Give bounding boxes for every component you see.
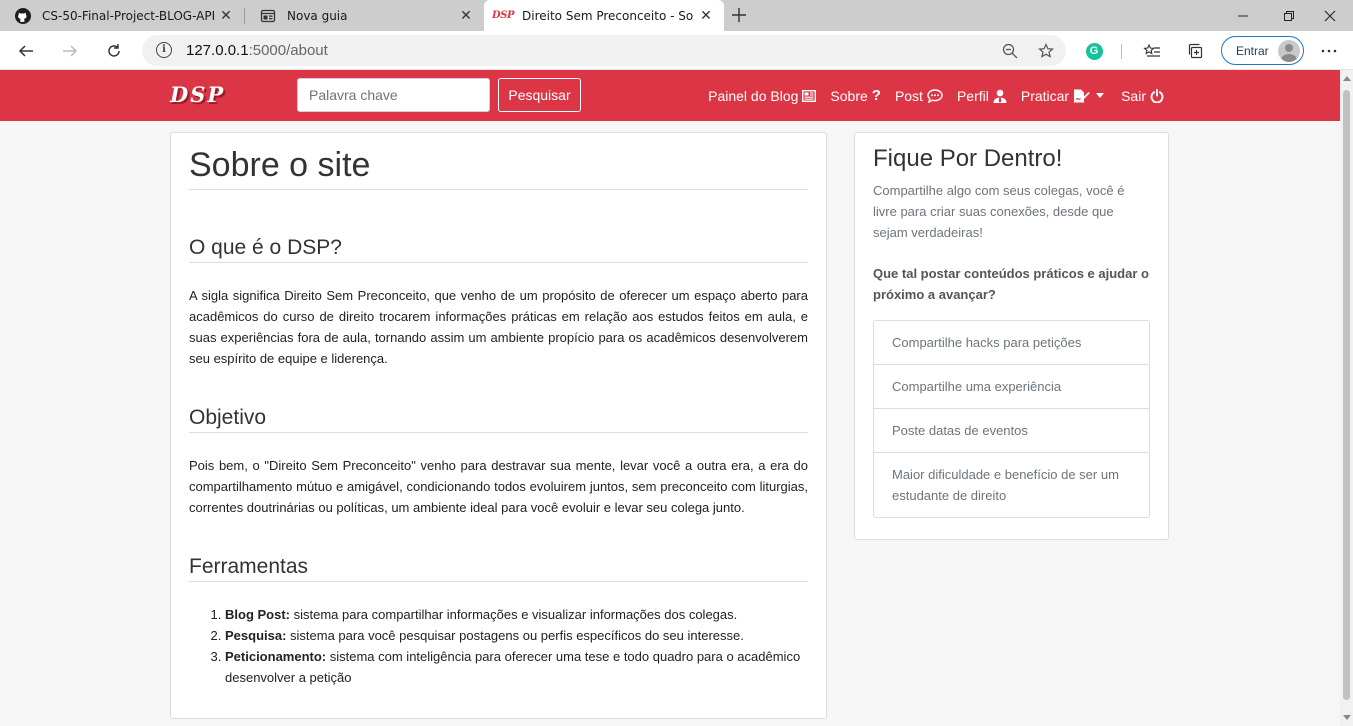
list-item: Pesquisa: sistema para você pesquisar po… bbox=[225, 625, 808, 646]
section-text-dsp: A sigla significa Direito Sem Preconceit… bbox=[189, 288, 808, 366]
arrow-right-icon bbox=[63, 45, 78, 57]
user-tie-icon bbox=[993, 89, 1007, 103]
section-heading-dsp: O que é o DSP? bbox=[189, 235, 808, 263]
sidebar-card: Fique Por Dentro! Compartilhe algo com s… bbox=[854, 132, 1169, 540]
list-item: Peticionamento: sistema com inteligência… bbox=[225, 646, 808, 688]
browser-tab-bar: CS-50-Final-Project-BLOG-APP/a ✕ Nova gu… bbox=[0, 0, 1353, 31]
site-logo[interactable]: DSP bbox=[170, 83, 270, 107]
nav-link-sair[interactable]: Sair bbox=[1121, 88, 1164, 104]
file-signature-icon bbox=[1073, 89, 1090, 103]
restore-icon bbox=[1284, 10, 1294, 21]
nav-link-label: Painel do Blog bbox=[708, 87, 799, 104]
dsp-favicon-text: DSP bbox=[492, 10, 514, 21]
nav-link-sobre[interactable]: Sobre ? bbox=[830, 87, 881, 104]
new-tab-page-icon bbox=[260, 8, 276, 24]
browser-tab-github[interactable]: CS-50-Final-Project-BLOG-APP/a ✕ bbox=[0, 0, 244, 31]
section-text-objetivo: Pois bem, o "Direito Sem Preconceito" ve… bbox=[189, 458, 808, 515]
nav-link-painel[interactable]: Painel do Blog bbox=[708, 87, 817, 104]
minimize-icon bbox=[1238, 15, 1248, 16]
tools-list: Blog Post: sistema para compartilhar inf… bbox=[225, 604, 808, 688]
signin-label: Entrar bbox=[1236, 43, 1269, 58]
nav-links: Painel do Blog Sobre ? Post Perfil Prati… bbox=[694, 70, 1164, 121]
favorites-icon[interactable] bbox=[1140, 39, 1164, 63]
address-bar[interactable]: i 127.0.0.1:5000/about bbox=[142, 35, 1066, 66]
browser-tab-new[interactable]: Nova guia ✕ bbox=[245, 0, 484, 31]
page-viewport: DSP Pesquisar Painel do Blog Sobre ? Pos… bbox=[0, 70, 1340, 726]
nav-link-perfil[interactable]: Perfil bbox=[957, 88, 1007, 104]
forward-button[interactable] bbox=[56, 37, 84, 65]
info-icon[interactable]: i bbox=[156, 42, 172, 58]
sidebar-title: Fique Por Dentro! bbox=[873, 145, 1063, 172]
tab-title: CS-50-Final-Project-BLOG-APP/a bbox=[42, 8, 214, 23]
list-item[interactable]: Compartilhe uma experiência bbox=[874, 365, 1149, 409]
zoom-icon[interactable] bbox=[999, 40, 1021, 62]
tool-name: Peticionamento: bbox=[225, 649, 327, 664]
about-card: Sobre o site O que é o DSP? A sigla sign… bbox=[170, 132, 827, 719]
more-menu-icon[interactable] bbox=[1317, 39, 1341, 63]
nav-link-praticar[interactable]: Praticar bbox=[1020, 87, 1105, 104]
nav-link-post[interactable]: Post bbox=[895, 88, 943, 104]
search-input[interactable] bbox=[297, 78, 490, 112]
arrow-left-icon bbox=[18, 45, 33, 57]
restore-button[interactable] bbox=[1266, 0, 1312, 31]
minimize-button[interactable] bbox=[1220, 0, 1266, 31]
toolbar-divider bbox=[1121, 44, 1122, 59]
tool-name: Pesquisa: bbox=[225, 628, 287, 643]
close-icon[interactable]: ✕ bbox=[458, 8, 474, 24]
back-button[interactable] bbox=[12, 37, 40, 65]
list-item[interactable]: Poste datas de eventos bbox=[874, 409, 1149, 453]
question-icon: ? bbox=[871, 87, 881, 104]
tool-desc: sistema para compartilhar informações e … bbox=[290, 607, 738, 622]
tool-name: Blog Post: bbox=[225, 607, 290, 622]
close-icon[interactable]: ✕ bbox=[698, 8, 714, 24]
list-item[interactable]: Maior dificuldade e benefício de ser um … bbox=[874, 453, 1149, 517]
close-window-button[interactable] bbox=[1307, 0, 1353, 31]
nav-link-label: Perfil bbox=[956, 87, 989, 104]
nav-link-label: Sobre bbox=[830, 87, 868, 104]
grammarly-icon[interactable]: G bbox=[1082, 39, 1106, 63]
search-button[interactable]: Pesquisar bbox=[498, 78, 581, 112]
github-icon bbox=[15, 7, 31, 24]
suggestion-list: Compartilhe hacks para petições Comparti… bbox=[873, 320, 1150, 518]
section-heading-objetivo: Objetivo bbox=[189, 405, 808, 433]
site-navbar: DSP Pesquisar Painel do Blog Sobre ? Pos… bbox=[0, 70, 1340, 121]
avatar bbox=[1278, 40, 1300, 62]
star-icon[interactable] bbox=[1035, 40, 1057, 62]
nav-link-label: Sair bbox=[1121, 87, 1146, 104]
url-path: :5000/about bbox=[248, 42, 328, 59]
power-icon bbox=[1150, 88, 1164, 103]
new-tab-button[interactable] bbox=[727, 4, 751, 26]
dsp-favicon: DSP bbox=[492, 8, 514, 24]
section-heading-ferramentas: Ferramentas bbox=[189, 554, 808, 582]
sidebar-prompt: Que tal postar conteúdos práticos e ajud… bbox=[873, 266, 1149, 302]
refresh-button[interactable] bbox=[100, 37, 128, 65]
collections-icon[interactable] bbox=[1184, 39, 1208, 63]
page-title: Sobre o site bbox=[189, 145, 808, 190]
tab-title: Nova guia bbox=[287, 8, 348, 23]
tool-desc: sistema para você pesquisar postagens ou… bbox=[286, 628, 744, 643]
url-host: 127.0.0.1 bbox=[186, 42, 249, 59]
newspaper-icon bbox=[802, 89, 817, 102]
browser-tab-active[interactable]: DSP Direito Sem Preconceito - Sobre ✕ bbox=[484, 0, 724, 31]
list-item[interactable]: Compartilhe hacks para petições bbox=[874, 321, 1149, 365]
url-text[interactable]: 127.0.0.1:5000/about bbox=[186, 42, 328, 59]
chevron-down-icon bbox=[1096, 93, 1105, 98]
scrollbar-thumb[interactable] bbox=[1343, 90, 1350, 700]
sidebar-text: Compartilhe algo com seus colegas, você … bbox=[873, 183, 1125, 240]
comment-dots-icon bbox=[927, 88, 943, 103]
refresh-icon bbox=[108, 44, 120, 57]
close-icon bbox=[1324, 10, 1336, 21]
scroll-down-icon[interactable] bbox=[1343, 715, 1351, 720]
signin-button[interactable]: Entrar bbox=[1221, 36, 1304, 65]
list-item: Blog Post: sistema para compartilhar inf… bbox=[225, 604, 808, 625]
page-scrollbar[interactable] bbox=[1340, 70, 1353, 726]
scroll-up-icon[interactable] bbox=[1343, 76, 1351, 81]
nav-link-label: Post bbox=[894, 87, 923, 104]
nav-link-label: Praticar bbox=[1020, 87, 1070, 104]
plus-icon bbox=[732, 8, 746, 22]
browser-toolbar: i 127.0.0.1:5000/about G Entrar bbox=[0, 31, 1353, 70]
close-icon[interactable]: ✕ bbox=[218, 8, 234, 24]
tab-title: Direito Sem Preconceito - Sobre bbox=[522, 8, 694, 23]
